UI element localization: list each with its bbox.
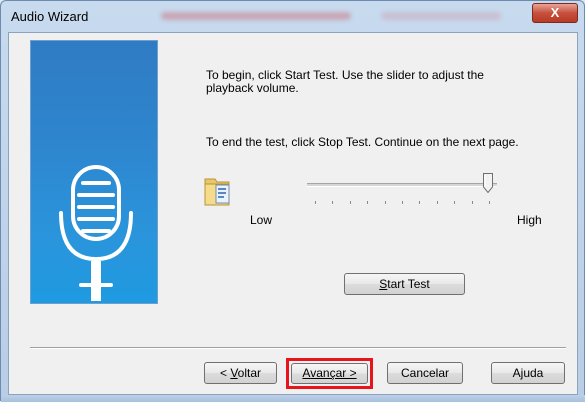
blurred-title-area-2 bbox=[381, 12, 501, 20]
slider-tick bbox=[454, 201, 456, 204]
instruction-line-1: To begin, click Start Test. Use the slid… bbox=[206, 68, 484, 82]
back-mnemonic: V bbox=[230, 366, 238, 380]
slider-thumb-icon[interactable] bbox=[482, 173, 493, 193]
start-test-label-rest: tart Test bbox=[387, 277, 430, 291]
next-button-highlight bbox=[286, 358, 373, 389]
speaker-folder-icon bbox=[204, 178, 230, 206]
instruction-line-3: To end the test, click Stop Test. Contin… bbox=[206, 135, 519, 149]
slider-tick bbox=[367, 201, 369, 204]
blurred-title-area bbox=[161, 12, 351, 20]
slider-tick bbox=[489, 201, 490, 204]
close-icon: X bbox=[550, 5, 560, 20]
back-label-rest: oltar bbox=[237, 366, 262, 380]
slider-tick bbox=[419, 201, 421, 204]
help-label-rest: uda bbox=[523, 366, 544, 380]
footer-divider bbox=[30, 347, 566, 349]
slider-tick bbox=[436, 201, 438, 204]
volume-slider-track[interactable] bbox=[307, 183, 497, 187]
back-button[interactable]: < Voltar bbox=[204, 362, 277, 384]
cancel-label: Cancelar bbox=[400, 366, 450, 380]
slider-tick bbox=[471, 201, 473, 204]
volume-high-label: High bbox=[517, 213, 542, 227]
volume-low-label: Low bbox=[250, 213, 273, 227]
microphone-icon bbox=[59, 165, 133, 301]
instruction-line-2: playback volume. bbox=[206, 81, 299, 95]
back-label-prefix: < bbox=[219, 366, 231, 380]
cancel-button[interactable]: Cancelar bbox=[387, 362, 463, 384]
slider-tick bbox=[332, 201, 334, 204]
slider-tick bbox=[315, 201, 316, 204]
audio-wizard-window: Audio Wizard X To begin, click Start Tes… bbox=[0, 0, 585, 402]
slider-tick bbox=[384, 201, 386, 204]
help-label-pre: A bbox=[512, 366, 521, 380]
help-button[interactable]: Ajuda bbox=[491, 362, 565, 384]
slider-tick bbox=[349, 201, 351, 204]
wizard-side-panel bbox=[30, 40, 158, 304]
title-bar[interactable]: Audio Wizard X bbox=[1, 1, 584, 31]
window-title: Audio Wizard bbox=[11, 9, 89, 24]
start-test-button[interactable]: Start Test bbox=[344, 273, 465, 295]
slider-tick bbox=[402, 201, 403, 204]
close-button[interactable]: X bbox=[532, 3, 578, 23]
